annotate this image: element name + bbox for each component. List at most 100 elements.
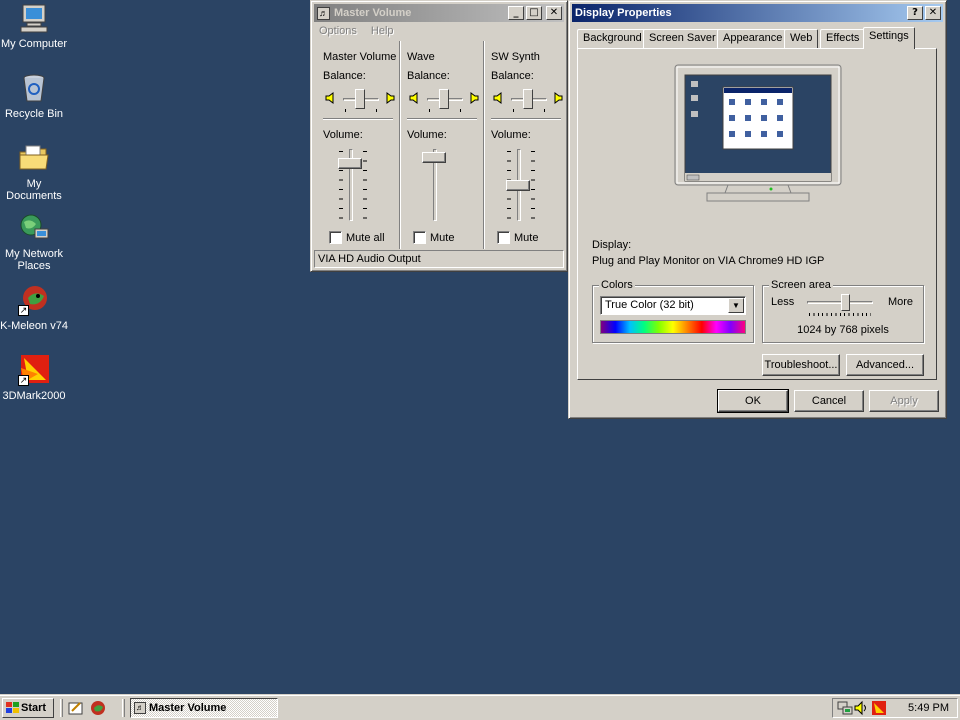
menu-help[interactable]: Help (371, 23, 394, 40)
start-button[interactable]: Start (2, 698, 54, 718)
color-spectrum-bar (600, 320, 746, 334)
speaker-left-icon (409, 92, 421, 104)
display-value: Plug and Play Monitor on VIA Chrome9 HD … (592, 255, 825, 267)
minimize-button[interactable]: _ (508, 6, 524, 20)
volume-thumb[interactable] (506, 179, 530, 191)
master-volume-window: ♬ Master Volume _ □ ✕ Options Help Maste… (310, 0, 568, 272)
display-label: Display: (592, 239, 632, 251)
maximize-button[interactable]: □ (526, 6, 542, 20)
window-title: Display Properties (575, 7, 672, 19)
balance-slider[interactable] (325, 87, 397, 112)
channel-sw-synth: SW Synth Balance: Volume: Mute (485, 45, 569, 250)
toolbar-grip[interactable] (60, 699, 63, 717)
desktop-icon-recycle-bin[interactable]: Recycle Bin (0, 72, 70, 120)
balance-slider[interactable] (493, 87, 565, 112)
mixer-app-icon: ♬ (134, 702, 146, 714)
speaker-left-icon (493, 92, 505, 104)
tab-appearance[interactable]: Appearance (717, 29, 789, 48)
close-button[interactable]: ✕ (546, 6, 562, 20)
slider-thumb[interactable] (841, 294, 851, 311)
volume-label: Volume: (407, 129, 447, 141)
3dmark-tray-icon[interactable] (871, 700, 887, 716)
screen-area-group-title: Screen area (769, 279, 833, 291)
color-depth-select[interactable]: True Color (32 bit) ▼ (600, 296, 746, 315)
slider-ticks (809, 313, 871, 316)
advanced-button[interactable]: Advanced... (846, 354, 924, 376)
desktop-icon-k-meleon[interactable]: ↗ K-Meleon v74 (0, 284, 70, 332)
mute-label: Mute (514, 231, 539, 244)
desktop-icon-my-network-places[interactable]: My Network Places (0, 212, 70, 272)
balance-thumb[interactable] (355, 89, 365, 109)
windows-logo-icon (6, 702, 19, 714)
mute-checkbox[interactable]: Mute all (329, 231, 385, 244)
balance-thumb[interactable] (439, 89, 449, 109)
mute-checkbox[interactable]: Mute (413, 231, 454, 244)
balance-label: Balance: (491, 70, 534, 82)
slider-track (807, 301, 873, 304)
desktop-icon-3dmark2000[interactable]: ↗ 3DMark2000 (0, 354, 70, 402)
help-button[interactable]: ? (907, 6, 923, 20)
desktop-icon-my-documents[interactable]: My Documents (0, 142, 70, 202)
desktop-icon-label: My Network Places (4, 248, 64, 272)
mixer-app-icon: ♬ (317, 6, 330, 20)
status-bar: VIA HD Audio Output (314, 250, 564, 268)
volume-tray-icon[interactable] (853, 700, 869, 716)
desktop-icon-label: K-Meleon v74 (0, 320, 68, 332)
tab-effects[interactable]: Effects (820, 29, 866, 48)
desktop-icon-label: My Computer (0, 38, 68, 50)
taskbar-button-label: Master Volume (149, 702, 227, 714)
tab-screen-saver[interactable]: Screen Saver (643, 29, 722, 48)
menubar: Options Help (314, 23, 564, 40)
tab-background[interactable]: Background (577, 29, 648, 48)
speaker-right-icon (383, 92, 395, 104)
channel-name: SW Synth (491, 51, 540, 63)
desktop-icon-my-computer[interactable]: My Computer (0, 2, 70, 50)
master-volume-titlebar[interactable]: ♬ Master Volume _ □ ✕ (314, 4, 564, 22)
balance-slider[interactable] (409, 87, 481, 112)
recycle-bin-icon (18, 72, 50, 104)
resolution-value: 1024 by 768 pixels (797, 324, 889, 336)
volume-thumb[interactable] (422, 152, 446, 164)
display-properties-titlebar[interactable]: Display Properties ? ✕ (572, 4, 943, 22)
checkbox-box[interactable] (329, 231, 342, 244)
volume-thumb[interactable] (338, 158, 362, 170)
quicklaunch-desktop-icon[interactable] (68, 700, 84, 716)
desktop-icon-label: 3DMark2000 (2, 390, 66, 402)
volume-ticks-right (531, 151, 535, 219)
monitor-preview (673, 63, 843, 223)
tab-settings[interactable]: Settings (863, 27, 915, 49)
close-button[interactable]: ✕ (925, 6, 941, 20)
display-properties-window: Display Properties ? ✕ Background Screen… (568, 0, 947, 419)
troubleshoot-button[interactable]: Troubleshoot... (762, 354, 840, 376)
speaker-left-icon (325, 92, 337, 104)
checkbox-box[interactable] (497, 231, 510, 244)
shortcut-arrow-icon: ↗ (18, 305, 29, 316)
clock[interactable]: 5:49 PM (908, 702, 949, 714)
mute-label: Mute (430, 231, 455, 244)
colors-group: Colors True Color (32 bit) ▼ (592, 279, 754, 343)
toolbar-grip[interactable] (122, 699, 125, 717)
start-label: Start (21, 702, 47, 714)
mute-label: Mute all (346, 231, 385, 244)
balance-ticks (429, 109, 461, 112)
apply-button[interactable]: Apply (869, 390, 939, 412)
color-depth-value: True Color (32 bit) (605, 299, 694, 311)
balance-thumb[interactable] (523, 89, 533, 109)
checkbox-box[interactable] (413, 231, 426, 244)
channel-name: Master Volume (323, 51, 397, 63)
cancel-button[interactable]: Cancel (794, 390, 864, 412)
less-label: Less (771, 296, 795, 308)
ok-button[interactable]: OK (717, 389, 789, 413)
network-tray-icon[interactable] (837, 700, 853, 716)
screen-area-slider[interactable] (807, 294, 873, 316)
dropdown-arrow-icon[interactable]: ▼ (728, 298, 744, 313)
quicklaunch-kmeleon-icon[interactable] (90, 700, 106, 716)
tab-web[interactable]: Web (784, 29, 819, 48)
kmeleon-icon: ↗ (18, 284, 50, 316)
desktop-icon-label: Recycle Bin (4, 108, 64, 120)
mute-checkbox[interactable]: Mute (497, 231, 538, 244)
folder-icon (18, 142, 50, 174)
taskbar-button-master-volume[interactable]: ♬ Master Volume (130, 698, 278, 718)
menu-options[interactable]: Options (319, 23, 357, 40)
channel-name: Wave (407, 51, 435, 63)
